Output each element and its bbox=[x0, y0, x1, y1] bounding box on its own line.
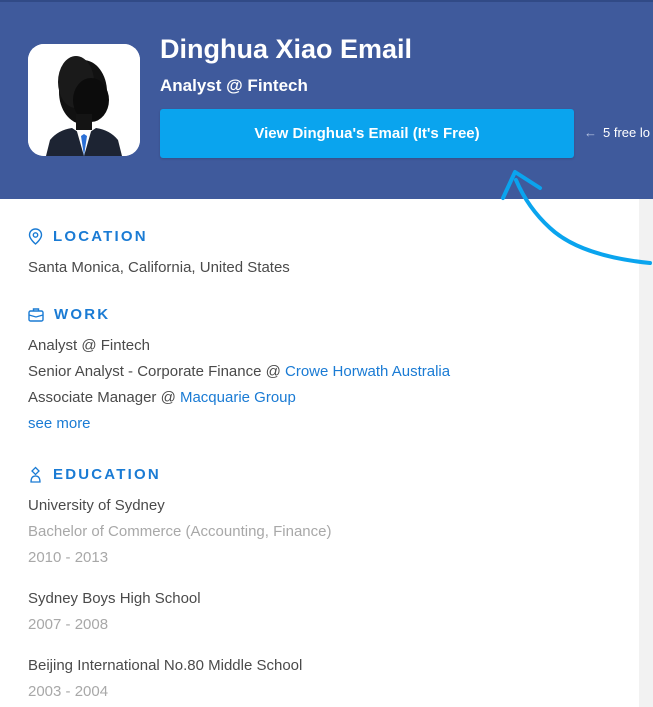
see-more-link[interactable]: see more bbox=[28, 415, 91, 432]
right-side-panel bbox=[639, 199, 653, 707]
location-section-title: LOCATION bbox=[28, 228, 148, 245]
school-name: Beijing International No.80 Middle Schoo… bbox=[28, 657, 303, 674]
work-title-text: WORK bbox=[54, 306, 111, 323]
curved-arrow-icon bbox=[501, 170, 652, 265]
school-name: University of Sydney bbox=[28, 497, 165, 514]
view-email-button[interactable]: View Dinghua's Email (It's Free) bbox=[160, 109, 574, 158]
school-degree: Bachelor of Commerce (Accounting, Financ… bbox=[28, 523, 332, 540]
briefcase-icon bbox=[28, 308, 44, 322]
work-item-role: Associate Manager @ bbox=[28, 389, 180, 406]
avatar-photo bbox=[28, 44, 140, 156]
avatar bbox=[28, 44, 140, 156]
work-item: Associate Manager @ Macquarie Group bbox=[28, 389, 296, 406]
work-item: Senior Analyst - Corporate Finance @ Cro… bbox=[28, 363, 450, 380]
work-current: Analyst @ Fintech bbox=[28, 337, 150, 354]
company-link-macquarie[interactable]: Macquarie Group bbox=[180, 389, 296, 406]
school-years: 2003 - 2004 bbox=[28, 683, 109, 700]
company-link-crowe[interactable]: Crowe Horwath Australia bbox=[285, 363, 450, 380]
graduate-icon bbox=[30, 466, 41, 483]
location-value: Santa Monica, California, United States bbox=[28, 259, 290, 276]
left-arrow-icon: ← bbox=[584, 125, 597, 140]
profile-subtitle: Analyst @ Fintech bbox=[160, 76, 308, 95]
school-name: Sydney Boys High School bbox=[28, 590, 201, 607]
education-title-text: EDUCATION bbox=[53, 466, 161, 483]
see-more-link-wrapper: see more bbox=[28, 415, 91, 432]
profile-name: Dinghua Xiao Email bbox=[160, 34, 413, 64]
free-lookups-note: ← 5 free lo bbox=[584, 125, 650, 140]
school-years: 2010 - 2013 bbox=[28, 549, 109, 566]
work-item-role: Senior Analyst - Corporate Finance @ bbox=[28, 363, 286, 380]
location-title-text: LOCATION bbox=[53, 228, 148, 245]
location-pin-icon bbox=[28, 228, 43, 245]
free-lookups-text: 5 free lo bbox=[603, 125, 650, 140]
work-section-title: WORK bbox=[28, 306, 110, 323]
school-years: 2007 - 2008 bbox=[28, 616, 109, 633]
education-section-title: EDUCATION bbox=[28, 466, 161, 483]
header-divider bbox=[0, 0, 653, 2]
